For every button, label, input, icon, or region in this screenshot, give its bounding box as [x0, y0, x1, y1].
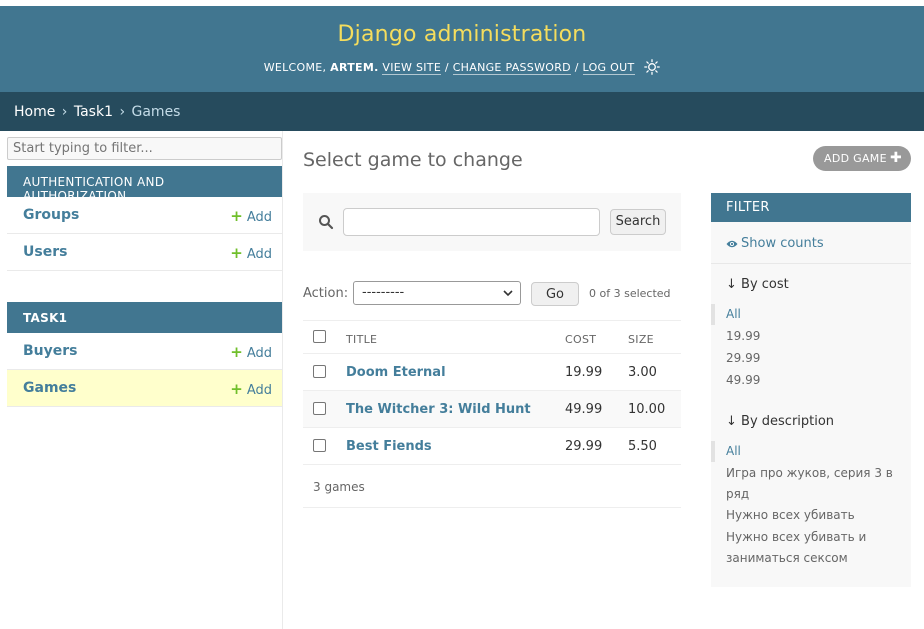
breadcrumb-home[interactable]: Home	[14, 104, 55, 120]
page-title: Select game to change	[303, 149, 523, 171]
breadcrumb-separator: ›	[119, 104, 126, 120]
username: artem.	[330, 61, 379, 74]
select-all-checkbox[interactable]	[313, 330, 326, 343]
changelist-filter: FILTER Show counts ↓ By cost All 19.99 2…	[711, 193, 911, 587]
model-link-buyers[interactable]: Buyers	[23, 343, 78, 359]
filter-option-cost[interactable]: 19.99	[726, 326, 901, 347]
row-cost: 19.99	[565, 365, 603, 380]
row-cost: 49.99	[565, 402, 603, 417]
separator: /	[574, 61, 579, 74]
filter-divider	[711, 263, 911, 264]
row-size: 3.00	[628, 365, 657, 380]
plus-icon: +	[230, 207, 243, 225]
nav-filter-input[interactable]	[7, 137, 282, 160]
search-button[interactable]: Search	[610, 209, 666, 235]
row-size: 10.00	[628, 402, 666, 417]
plus-icon: +	[230, 244, 243, 262]
add-game-button[interactable]: ADD GAME ✚	[813, 146, 911, 171]
row-checkbox[interactable]	[313, 439, 326, 452]
column-header-cost[interactable]: COST	[565, 333, 596, 346]
filter-option-description[interactable]: Игра про жуков, серия 3 в ряд	[726, 463, 901, 505]
view-site-link[interactable]: View site	[382, 61, 442, 75]
add-game-label: ADD GAME	[824, 152, 887, 165]
action-selected-option: ---------	[362, 285, 405, 300]
site-branding[interactable]: Django administration	[0, 22, 924, 47]
action-counter: 0 of 3 selected	[589, 287, 671, 300]
action-select[interactable]: ---------	[353, 281, 521, 305]
filter-header: FILTER	[711, 193, 911, 222]
header: Django administration Welcome, artem. Vi…	[0, 6, 924, 92]
search-toolbar: Search	[303, 193, 681, 251]
sun-icon[interactable]	[644, 59, 661, 75]
filter-option-cost[interactable]: 29.99	[726, 348, 901, 369]
log-out-link[interactable]: Log out	[582, 61, 635, 75]
breadcrumb-current: Games	[131, 104, 181, 120]
breadcrumb-separator: ›	[61, 104, 68, 120]
change-password-link[interactable]: Change password	[452, 61, 571, 75]
paginator: 3 games	[303, 465, 681, 508]
table-row: The Witcher 3: Wild Hunt 49.99 10.00	[303, 391, 681, 428]
table-row: Doom Eternal 19.99 3.00	[303, 354, 681, 391]
row-title-link[interactable]: The Witcher 3: Wild Hunt	[346, 402, 531, 417]
separator: /	[444, 61, 449, 74]
filter-option-description[interactable]: Нужно всех убивать	[726, 505, 901, 526]
app-caption-auth[interactable]: AUTHENTICATION AND AUTHORIZATION	[7, 166, 282, 203]
sidebar-item-games: Games + Add	[7, 370, 282, 407]
model-link-games[interactable]: Games	[23, 380, 76, 396]
chevron-down-icon	[502, 287, 514, 299]
table-row: Best Fiends 29.99 5.50	[303, 428, 681, 465]
add-users-link[interactable]: + Add	[230, 244, 272, 262]
breadcrumb-app[interactable]: Task1	[74, 104, 113, 120]
filter-option-cost-all[interactable]: All	[711, 304, 901, 325]
add-games-link[interactable]: + Add	[230, 380, 272, 398]
show-counts-link[interactable]: Show counts	[726, 236, 824, 251]
go-button[interactable]: Go	[531, 282, 579, 306]
welcome-text: Welcome,	[263, 61, 327, 74]
add-groups-link[interactable]: + Add	[230, 207, 272, 225]
row-size: 5.50	[628, 439, 657, 454]
column-header-size[interactable]: SIZE	[628, 333, 654, 346]
row-cost: 29.99	[565, 439, 603, 454]
eye-icon	[726, 238, 738, 248]
row-title-link[interactable]: Doom Eternal	[346, 365, 446, 380]
filter-title-description[interactable]: ↓ By description	[726, 414, 834, 429]
plus-icon: +	[230, 380, 243, 398]
add-buyers-link[interactable]: + Add	[230, 343, 272, 361]
filter-option-description[interactable]: Нужно всех убивать и заниматься сексом	[726, 527, 901, 569]
nav-sidebar: AUTHENTICATION AND AUTHORIZATION Groups …	[0, 131, 283, 629]
search-icon	[318, 214, 334, 230]
row-checkbox[interactable]	[313, 402, 326, 415]
action-label: Action:	[303, 286, 349, 301]
sidebar-item-buyers: Buyers + Add	[7, 333, 282, 370]
table-header: TITLE COST SIZE	[303, 320, 681, 354]
add-label: Add	[246, 383, 272, 398]
user-tools: Welcome, artem. View site / Change passw…	[0, 59, 924, 76]
row-checkbox[interactable]	[313, 365, 326, 378]
plus-icon: +	[230, 343, 243, 361]
model-link-groups[interactable]: Groups	[23, 207, 79, 223]
add-label: Add	[246, 247, 272, 262]
breadcrumb: Home › Task1 › Games	[0, 92, 924, 131]
sidebar-item-groups: Groups + Add	[7, 197, 282, 234]
sidebar-item-users: Users + Add	[7, 234, 282, 271]
plus-icon: ✚	[889, 150, 903, 166]
show-counts-label: Show counts	[741, 236, 824, 251]
filter-option-cost[interactable]: 49.99	[726, 370, 901, 391]
filter-option-description-all[interactable]: All	[711, 441, 901, 462]
column-header-title[interactable]: TITLE	[346, 333, 377, 346]
filter-title-cost[interactable]: ↓ By cost	[726, 277, 789, 292]
row-title-link[interactable]: Best Fiends	[346, 439, 432, 454]
model-link-users[interactable]: Users	[23, 244, 67, 260]
search-input[interactable]	[343, 208, 600, 236]
app-caption-task1[interactable]: TASK1	[7, 302, 282, 333]
add-label: Add	[246, 210, 272, 225]
add-label: Add	[246, 346, 272, 361]
